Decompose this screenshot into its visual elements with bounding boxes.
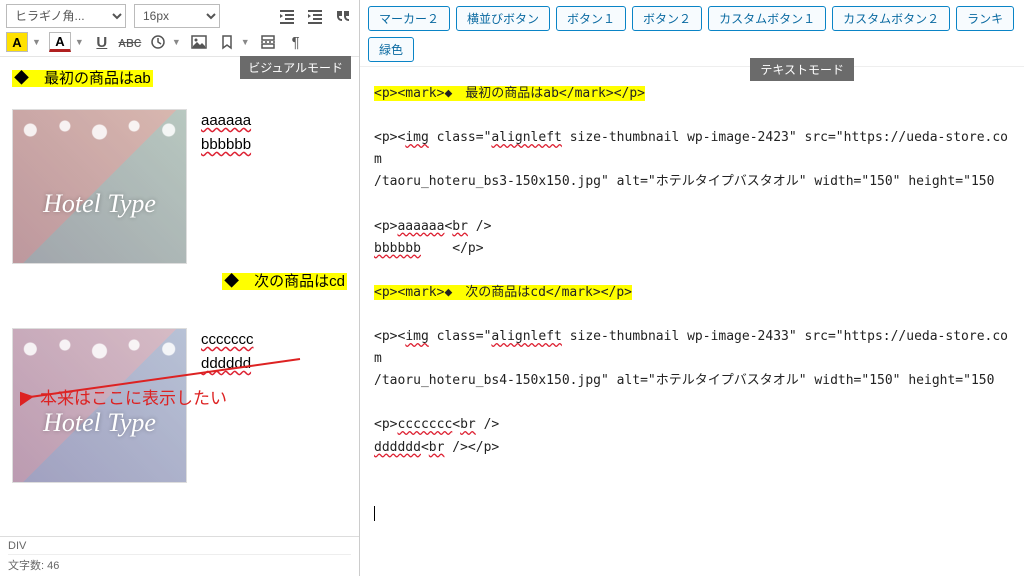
text-cursor <box>374 506 375 521</box>
outdent-icon[interactable] <box>277 6 297 26</box>
pilcrow-icon[interactable]: ¶ <box>286 32 306 52</box>
toolbar: ヒラギノ角... 16px A ▼ A ▼ U ᴀʙᴄ ▼ ▼ ¶ <box>0 0 359 57</box>
font-family-select[interactable]: ヒラギノ角... <box>6 4 126 28</box>
btn-inline[interactable]: 横並びボタン <box>456 6 550 31</box>
btn-custom2[interactable]: カスタムボタン２ <box>832 6 950 31</box>
btn-2[interactable]: ボタン２ <box>632 6 702 31</box>
clock-icon[interactable] <box>148 32 168 52</box>
pagebreak-icon[interactable] <box>258 32 278 52</box>
mark-heading-2: ◆ 次の商品はcd <box>222 273 347 290</box>
blockquote-icon[interactable] <box>333 6 353 26</box>
bookmark-icon[interactable] <box>217 32 237 52</box>
text-bbbbbb: bbbbbb <box>201 136 251 153</box>
text-editor-body[interactable]: <p><mark>◆ 最初の商品はab</mark></p> <p><img c… <box>360 67 1024 576</box>
text-aaaaaa: aaaaaa <box>201 112 251 129</box>
code-line-6: <p><mark>◆ 次の商品はcd</mark></p> <box>374 285 632 300</box>
dropdown-icon[interactable]: ▼ <box>75 37 84 47</box>
annotation-text: 本来はここに表示したい <box>40 385 227 412</box>
status-bar: DIV 文字数: 46 <box>0 536 359 576</box>
product-thumb-1[interactable]: Hotel Type <box>12 109 187 264</box>
btn-rank[interactable]: ランキ <box>956 6 1014 31</box>
text-color-button[interactable]: A <box>49 32 71 52</box>
strike-icon[interactable]: ᴀʙᴄ <box>120 32 140 52</box>
wordcount-label: 文字数: <box>8 560 44 572</box>
visual-mode-badge: ビジュアルモード <box>240 56 351 79</box>
wordcount-value: 46 <box>47 560 59 572</box>
font-size-select[interactable]: 16px <box>134 4 220 28</box>
code-line-1: <p><mark>◆ 最初の商品はab</mark></p> <box>374 86 645 101</box>
text-ccccccc: ccccccc <box>201 331 254 348</box>
text-dddddd: dddddd <box>201 355 251 372</box>
btn-1[interactable]: ボタン１ <box>556 6 626 31</box>
visual-editor-body[interactable]: ◆ 最初の商品はab Hotel Type aaaaaa bbbbbb ◆ 次の… <box>0 57 359 536</box>
dropdown-icon[interactable]: ▼ <box>241 37 250 47</box>
text-bgcolor-button[interactable]: A <box>6 32 28 52</box>
indent-icon[interactable] <box>305 6 325 26</box>
text-mode-badge: テキストモード <box>750 58 854 81</box>
underline-icon[interactable]: U <box>92 32 112 52</box>
text-editor-pane: マーカー２ 横並びボタン ボタン１ ボタン２ カスタムボタン１ カスタムボタン２… <box>360 0 1024 576</box>
btn-marker2[interactable]: マーカー２ <box>368 6 450 31</box>
mark-heading-1: ◆ 最初の商品はab <box>12 70 153 87</box>
quicktag-bar: マーカー２ 横並びボタン ボタン１ ボタン２ カスタムボタン１ カスタムボタン２… <box>360 0 1024 67</box>
btn-green[interactable]: 緑色 <box>368 37 414 62</box>
image-icon[interactable] <box>189 32 209 52</box>
btn-custom1[interactable]: カスタムボタン１ <box>708 6 826 31</box>
dropdown-icon[interactable]: ▼ <box>172 37 181 47</box>
visual-editor-pane: ヒラギノ角... 16px A ▼ A ▼ U ᴀʙᴄ ▼ ▼ ¶ ビジュアルモード <box>0 0 360 576</box>
element-path: DIV <box>8 540 351 552</box>
dropdown-icon[interactable]: ▼ <box>32 37 41 47</box>
block-1: Hotel Type aaaaaa bbbbbb ◆ 次の商品はcd <box>12 109 347 294</box>
